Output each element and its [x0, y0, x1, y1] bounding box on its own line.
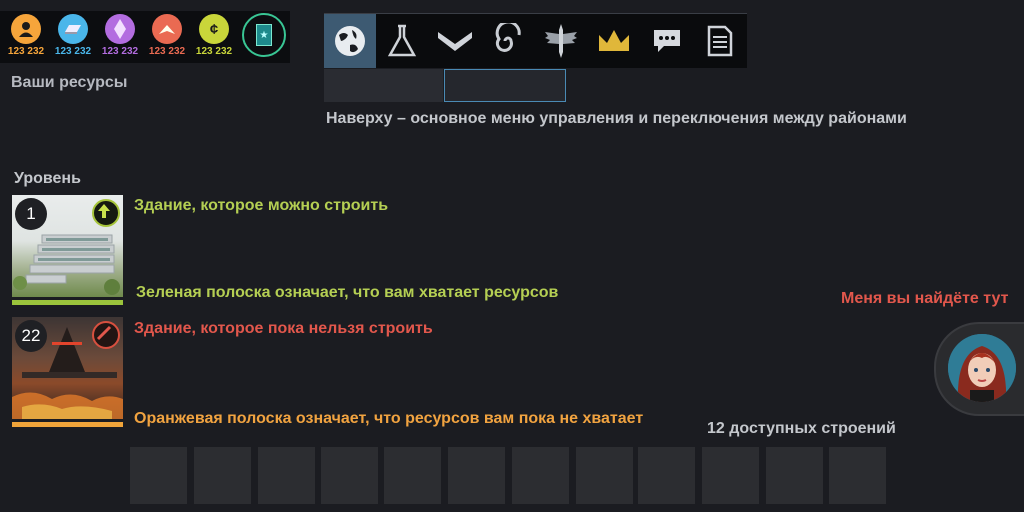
globe-icon [335, 26, 365, 56]
crown-icon [599, 30, 629, 51]
available-count: 12 доступных строений [707, 420, 896, 437]
nav-science[interactable] [376, 14, 428, 68]
nav-military[interactable] [429, 14, 481, 68]
resource-bar-orange [12, 422, 123, 427]
nav-portal[interactable] [482, 14, 534, 68]
build-slot[interactable] [512, 447, 569, 504]
district-tab-2[interactable] [444, 69, 566, 102]
build-slot[interactable] [829, 447, 886, 504]
nav-reports[interactable] [694, 14, 746, 68]
credit-icon: ¢ [199, 14, 229, 44]
building-image: 22 [12, 317, 123, 419]
resources-bar: 123 232 123 232 123 232 123 232 ¢ 123 23… [0, 11, 290, 63]
level-label: Уровень [14, 170, 81, 187]
resource-value: 123 232 [148, 46, 186, 57]
buildable-title: Здание, которое можно строить [134, 197, 389, 214]
build-slot[interactable] [321, 447, 378, 504]
blocked-title: Здание, которое пока нельзя строить [134, 320, 433, 337]
resource-people[interactable]: 123 232 [4, 14, 48, 57]
upgrade-arrow-icon [92, 199, 120, 227]
resource-value: 123 232 [54, 46, 92, 57]
build-slot[interactable] [702, 447, 759, 504]
build-slot[interactable] [384, 447, 441, 504]
card-button[interactable]: ★ [242, 13, 286, 57]
chevron-down-icon [438, 32, 472, 51]
build-slot[interactable] [638, 447, 695, 504]
building-image: 1 [12, 195, 123, 297]
resource-value: 123 232 [101, 46, 139, 57]
sword-wings-icon [545, 24, 577, 58]
level-badge: 22 [15, 320, 47, 352]
orange-bar-hint: Оранжевая полоска означает, что ресурсов… [134, 410, 644, 427]
level-badge: 1 [15, 198, 47, 230]
advisor-avatar [948, 334, 1016, 402]
district-tab-1[interactable] [324, 69, 443, 102]
main-nav [324, 13, 747, 68]
document-icon [707, 25, 733, 57]
resource-value: 123 232 [195, 46, 233, 57]
build-slot[interactable] [448, 447, 505, 504]
build-slot[interactable] [194, 447, 251, 504]
build-slot[interactable] [576, 447, 633, 504]
build-slot[interactable] [258, 447, 315, 504]
build-slot[interactable] [130, 447, 187, 504]
chat-icon [654, 30, 680, 52]
crystal-icon [105, 14, 135, 44]
advisor-button[interactable] [934, 322, 1024, 416]
nav-chat[interactable] [641, 14, 693, 68]
building-card-buildable[interactable]: 1 [12, 195, 123, 305]
person-icon [11, 14, 41, 44]
building-card-blocked[interactable]: 22 [12, 317, 123, 427]
nav-globe[interactable] [324, 14, 376, 68]
ingot-icon [58, 14, 88, 44]
build-slot[interactable] [766, 447, 823, 504]
nav-description: Наверху – основное меню управления и пер… [326, 110, 907, 127]
nav-rating[interactable] [588, 14, 640, 68]
blocked-icon [92, 321, 120, 349]
resources-label: Ваши ресурсы [11, 74, 128, 91]
card-icon: ★ [256, 24, 272, 46]
resource-metal[interactable]: 123 232 [51, 14, 95, 57]
spiral-icon [495, 23, 521, 52]
chevron-energy-icon [152, 14, 182, 44]
green-bar-hint: Зеленая полоска означает, что вам хватае… [136, 284, 559, 301]
flask-icon [387, 24, 417, 57]
resource-credits[interactable]: ¢ 123 232 [192, 14, 236, 57]
resource-value: 123 232 [7, 46, 45, 57]
nav-clan[interactable] [535, 14, 587, 68]
advisor-hint: Меня вы найдёте тут [841, 290, 1009, 307]
resource-bar-green [12, 300, 123, 305]
resource-energy[interactable]: 123 232 [145, 14, 189, 57]
resource-crystal[interactable]: 123 232 [98, 14, 142, 57]
